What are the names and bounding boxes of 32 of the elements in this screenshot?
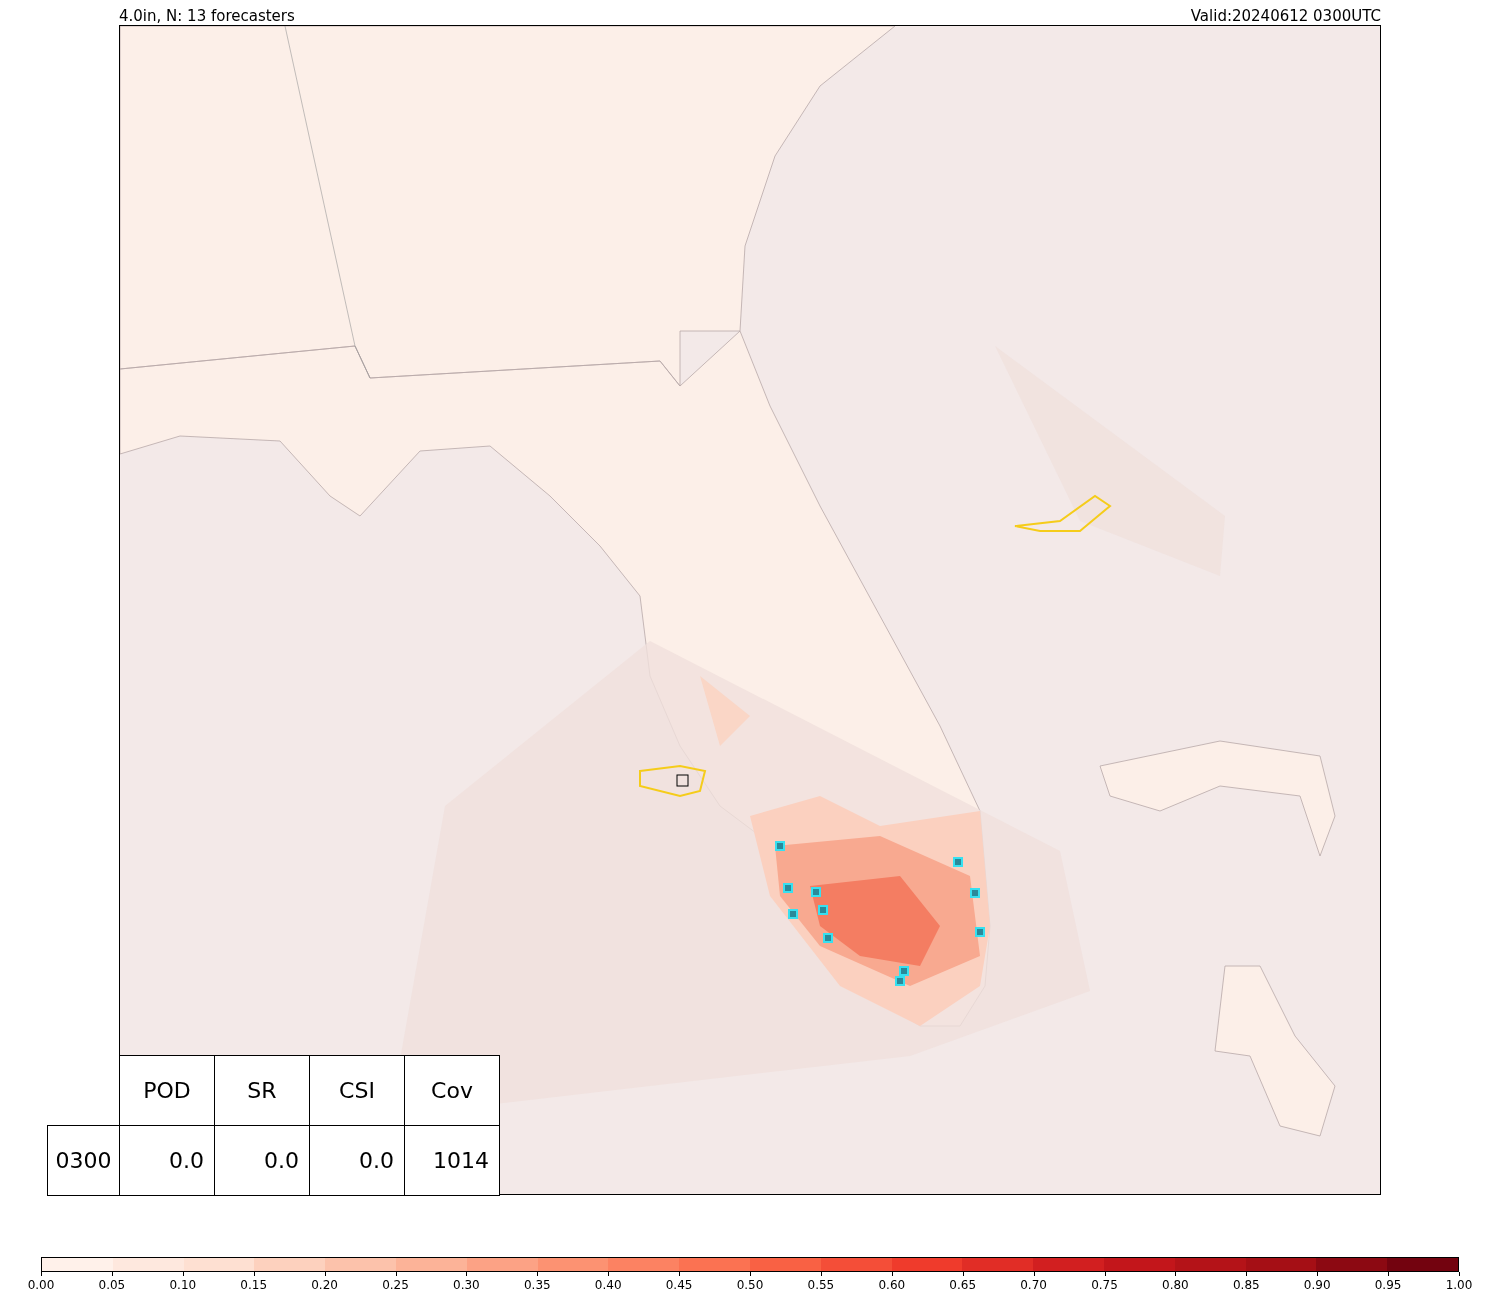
colorbar-tick-label: 0.90 xyxy=(1303,1278,1331,1292)
table-cell: 0.0 xyxy=(214,1125,310,1196)
row-label: 0300 xyxy=(47,1125,120,1196)
table-cell: 0.0 xyxy=(309,1125,405,1196)
column-header: CSI xyxy=(309,1055,405,1126)
colorbar-tick-label: 1.00 xyxy=(1445,1278,1473,1292)
colorbar-tick-label: 0.30 xyxy=(453,1278,480,1292)
column-header: POD xyxy=(119,1055,215,1126)
colorbar-tick-label: 0.35 xyxy=(523,1278,551,1292)
colorbar-tick-label: 0.65 xyxy=(949,1278,977,1292)
colorbar-tick-label: 0.05 xyxy=(98,1278,126,1292)
colorbar-tick-label: 0.85 xyxy=(1232,1278,1260,1292)
colorbar-tick-label: 0.40 xyxy=(594,1278,622,1292)
colorbar-tick-label: 0.95 xyxy=(1374,1278,1402,1292)
table-cell: 1014 xyxy=(404,1125,500,1196)
colorbar-tick-label: 0.00 xyxy=(27,1278,55,1292)
column-header: SR xyxy=(214,1055,310,1126)
valid-time: Valid:20240612 0300UTC xyxy=(1190,7,1381,25)
colorbar-tick-label: 0.45 xyxy=(665,1278,693,1292)
colorbar-tick-label: 0.15 xyxy=(240,1278,268,1292)
colorbar-tick-label: 0.50 xyxy=(736,1278,764,1292)
table-cell: 0.0 xyxy=(119,1125,215,1196)
colorbar-tick-label: 0.55 xyxy=(807,1278,835,1292)
colorbar-tick-label: 0.75 xyxy=(1091,1278,1118,1292)
colorbar-tick-label: 0.60 xyxy=(878,1278,906,1292)
colorbar-tick-label: 0.20 xyxy=(311,1278,338,1292)
colorbar-tick-label: 0.70 xyxy=(1020,1278,1047,1292)
colorbar-tick-label: 0.10 xyxy=(169,1278,197,1292)
colorbar-tick-label: 0.25 xyxy=(382,1278,409,1292)
plot-title: 4.0in, N: 13 forecasters xyxy=(119,7,295,25)
column-header: Cov xyxy=(404,1055,500,1126)
colorbar-tick-label: 0.80 xyxy=(1162,1278,1189,1292)
